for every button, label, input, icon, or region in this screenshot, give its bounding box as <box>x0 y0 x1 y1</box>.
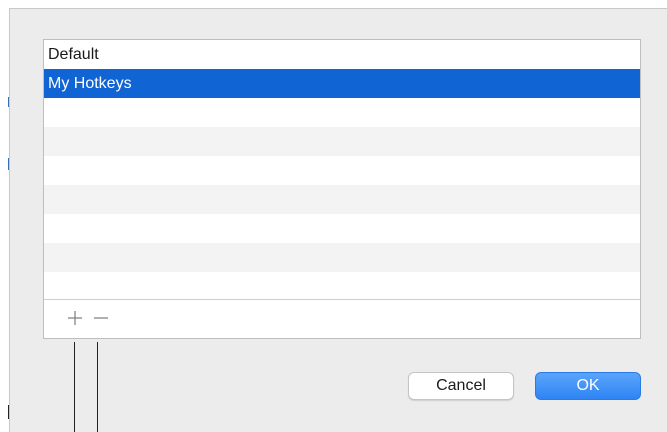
minus-icon <box>94 317 108 319</box>
list-item[interactable] <box>44 156 640 185</box>
remove-set-button[interactable] <box>90 307 112 329</box>
add-set-button[interactable] <box>64 307 86 329</box>
callout-line-add <box>74 342 75 432</box>
list-item[interactable] <box>44 272 640 301</box>
list-item[interactable] <box>44 185 640 214</box>
hotkey-sets-rows: Default My Hotkeys <box>44 40 640 300</box>
hotkey-sets-list[interactable]: Default My Hotkeys <box>43 39 641 339</box>
callout-line-remove <box>97 342 98 432</box>
ok-button[interactable]: OK <box>535 372 641 400</box>
list-item[interactable] <box>44 243 640 272</box>
list-item[interactable]: Default <box>44 40 640 69</box>
list-item[interactable]: My Hotkeys <box>44 69 640 98</box>
list-item[interactable] <box>44 98 640 127</box>
cancel-button[interactable]: Cancel <box>408 372 514 400</box>
window-edge-line <box>8 405 9 419</box>
list-footer-toolbar <box>44 299 640 338</box>
plus-icon <box>68 311 82 325</box>
list-item[interactable] <box>44 127 640 156</box>
list-item[interactable] <box>44 214 640 243</box>
